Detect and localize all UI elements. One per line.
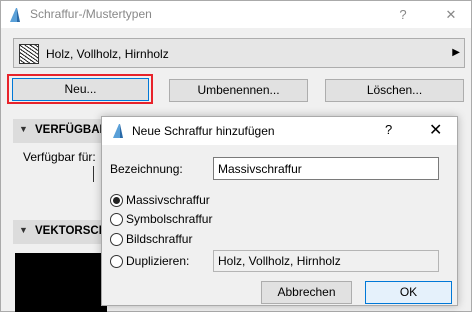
name-label: Bezeichnung: [110, 162, 183, 176]
delete-button[interactable]: Löschen... [325, 79, 464, 102]
radio-button-checked[interactable] [110, 194, 123, 207]
collapse-triangle-icon: ▼ [19, 225, 28, 235]
title-bar: Schraffur-/Mustertypen ? ✕ [1, 1, 471, 28]
radio-label: Duplizieren: [126, 254, 190, 268]
radio-button[interactable] [110, 255, 123, 268]
hatch-type-label: Holz, Vollholz, Hirnholz [46, 47, 169, 61]
cancel-button[interactable]: Abbrechen [261, 281, 352, 304]
hatch-preview-canvas [15, 253, 107, 312]
hatch-preview-icon [19, 44, 39, 64]
rename-button[interactable]: Umbenennen... [169, 79, 308, 102]
ok-button[interactable]: OK [365, 281, 452, 304]
close-button[interactable]: ✕ [435, 1, 467, 28]
new-hatch-dialog: Neue Schraffur hinzufügen ? ✕ Bezeichnun… [101, 116, 458, 306]
chevron-right-icon: ▶ [452, 47, 460, 58]
radio-button[interactable] [110, 213, 123, 226]
radio-label: Bildschraffur [126, 232, 193, 246]
dialog-title-bar: Neue Schraffur hinzufügen ? ✕ [102, 117, 457, 145]
dialog-title: Neue Schraffur hinzufügen [132, 124, 275, 138]
available-for-label: Verfügbar für: [23, 150, 96, 164]
vector-section-header[interactable]: ▼ VEKTORSCHR [13, 220, 115, 244]
window-title: Schraffur-/Mustertypen [30, 7, 152, 21]
dialog-close-button[interactable]: ✕ [429, 120, 442, 140]
app-logo-icon [10, 8, 20, 22]
radio-label: Massivschraffur [126, 193, 210, 207]
app-logo-icon [113, 124, 123, 138]
hatch-type-selector[interactable]: Holz, Vollholz, Hirnholz ▶ [13, 38, 465, 68]
help-button[interactable]: ? [387, 1, 419, 28]
radio-label: Symbolschraffur [126, 212, 213, 226]
availability-section-header[interactable]: ▼ VERFÜGBARK [13, 119, 116, 143]
name-input[interactable] [213, 157, 439, 180]
duplicate-source-field: Holz, Vollholz, Hirnholz [213, 250, 439, 272]
dialog-help-button[interactable]: ? [385, 122, 392, 137]
collapse-triangle-icon: ▼ [19, 124, 28, 134]
radio-button[interactable] [110, 233, 123, 246]
new-button[interactable]: Neu... [12, 78, 149, 101]
